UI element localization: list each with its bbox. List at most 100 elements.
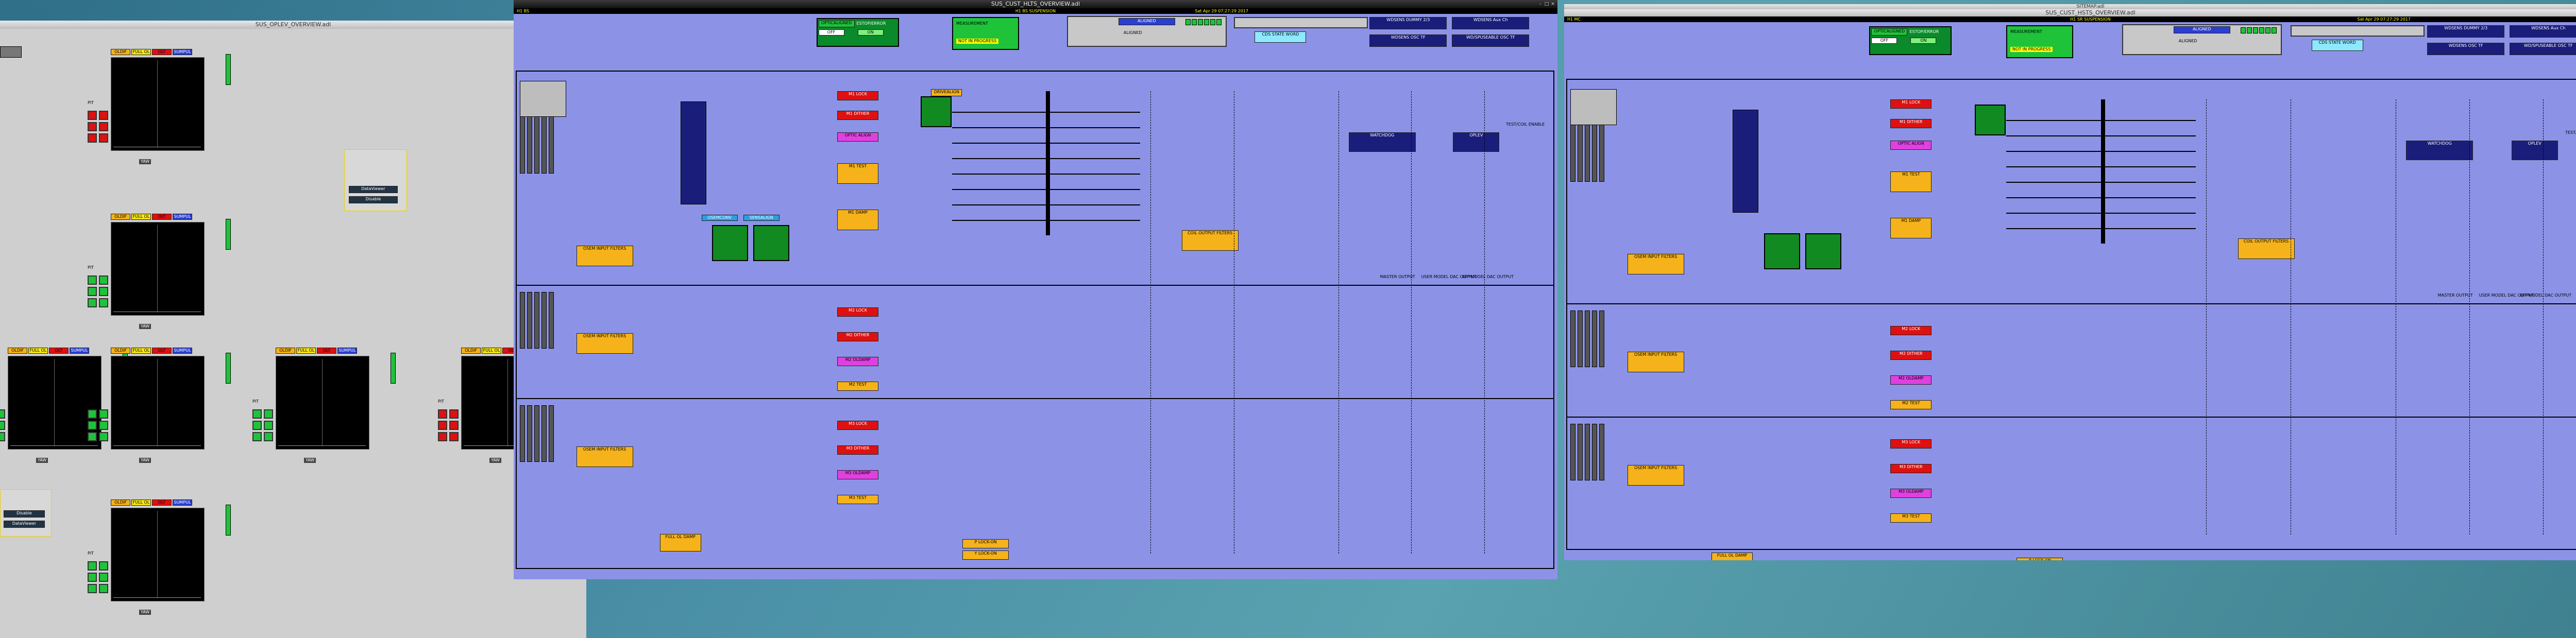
- guardian-off-button[interactable]: OFF: [1871, 38, 1897, 44]
- oplev-tag-button[interactable]: OLT: [152, 214, 172, 220]
- stage-m3-lock-button[interactable]: M3 LOCK: [837, 421, 879, 430]
- guardian-off-button[interactable]: OFF: [818, 29, 844, 36]
- oplev-tag-button[interactable]: OLT: [49, 348, 69, 354]
- sensalign-button[interactable]: SENSALIGN: [743, 215, 779, 221]
- hsts-titlebar[interactable]: SUS_CUST_HSTS_OVERVIEW.adl: [1564, 9, 2576, 16]
- watchdog-button[interactable]: WATCHDOG: [1348, 132, 1416, 152]
- close-icon[interactable]: ×: [1550, 2, 1555, 7]
- stage-m3-lock-button[interactable]: M3 LOCK: [1890, 439, 1932, 449]
- hlts-titlebar[interactable]: SUS_CUST_HLTS_OVERVIEW.adl – □ ×: [514, 0, 1557, 8]
- stage-m3-oldamp-button[interactable]: M3 OLDAMP: [837, 470, 879, 479]
- oplev-button[interactable]: OPLEV: [2511, 141, 2558, 160]
- oplev-dataviewer-button[interactable]: DataViewer: [349, 186, 398, 193]
- lock-on-button[interactable]: Y LOCK-ON: [962, 550, 1009, 560]
- stage-m3-oldamp-button[interactable]: M3 OLDAMP: [1890, 489, 1932, 498]
- m1-m1-test-button[interactable]: M1 TEST: [837, 163, 879, 184]
- sum-bar: [1046, 91, 1050, 235]
- oplev-tag-button[interactable]: OLDIF: [276, 348, 295, 354]
- stage-m2-lock-button[interactable]: M2 LOCK: [837, 307, 879, 317]
- guardian-on-button[interactable]: ON: [857, 29, 884, 36]
- m1-coil-output-filters-button[interactable]: COIL OUTPUT FILTERS: [1181, 230, 1239, 251]
- oplev-tag-button[interactable]: OLT: [317, 348, 336, 354]
- minimize-icon[interactable]: –: [1538, 2, 1543, 7]
- drivealign-button[interactable]: DRIVEALIGN: [931, 89, 962, 96]
- oplev-tag-button[interactable]: FULL OL: [131, 49, 151, 55]
- oplev-button[interactable]: OPLEV: [1453, 132, 1500, 152]
- full-ol-damp-button[interactable]: FULL OL DAMP: [659, 534, 701, 551]
- stage-osem-input-filters-button[interactable]: OSEM INPUT FILTERS: [576, 333, 633, 354]
- wd-top-button[interactable]: WD/SPUSEABLE OSC TF: [2510, 43, 2576, 55]
- wd-top-button[interactable]: WDSENS Aux Ch: [2510, 25, 2576, 38]
- m1-osem-input-filters-button[interactable]: OSEM INPUT FILTERS: [576, 246, 633, 266]
- oplev-tag-button[interactable]: FULL OL: [482, 348, 501, 354]
- wd-top-button[interactable]: WDSENS Aux Ch: [1452, 17, 1530, 29]
- maximize-icon[interactable]: □: [1544, 2, 1549, 7]
- oplev-tag-button[interactable]: OLT: [152, 499, 172, 506]
- stage-osem-input-filters-button[interactable]: OSEM INPUT FILTERS: [1627, 352, 1684, 372]
- oplev-tag-button[interactable]: OLDIF: [111, 499, 130, 506]
- oplev-tag-button[interactable]: FULL OL: [28, 348, 48, 354]
- m1-optic-align-button[interactable]: OPTIC ALIGN: [1890, 141, 1932, 150]
- m1-m1-dither-button[interactable]: M1 DITHER: [1890, 119, 1932, 128]
- oplev-titlebar[interactable]: SUS_OPLEV_OVERVIEW.adl: [0, 21, 586, 29]
- oplev-tag-button[interactable]: OLDIF: [461, 348, 481, 354]
- stage-m3-test-button[interactable]: M3 TEST: [1890, 513, 1932, 523]
- oplev-tag-button[interactable]: SUMPUL: [173, 499, 192, 506]
- m1-m1-lock-button[interactable]: M1 LOCK: [837, 91, 879, 100]
- stage-m3-test-button[interactable]: M3 TEST: [837, 495, 879, 504]
- lock-on-button[interactable]: P LOCK-ON: [2016, 558, 2063, 560]
- m1-coil-output-filters-button[interactable]: COIL OUTPUT FILTERS: [2238, 238, 2295, 259]
- oplev-tag-button[interactable]: FULL OL: [131, 348, 151, 354]
- oplev-tag-button[interactable]: SUMPUL: [173, 214, 192, 220]
- stage-m3-dither-button[interactable]: M3 DITHER: [837, 445, 879, 455]
- oplev-tag-button[interactable]: OLDIF: [111, 214, 130, 220]
- guardian-optic-aligned[interactable]: OPTICALIGNED: [1871, 28, 1908, 36]
- wd-top-button[interactable]: WDSENS OSC TF: [1369, 35, 1447, 47]
- guardian-optic-aligned[interactable]: OPTICALIGNED: [818, 20, 855, 27]
- stage-m2-oldamp-button[interactable]: M2 OLDAMP: [837, 357, 879, 366]
- watchdog-button[interactable]: WATCHDOG: [2406, 141, 2473, 160]
- stage-m2-oldamp-button[interactable]: M2 OLDAMP: [1890, 375, 1932, 385]
- m1-m1-damp-button[interactable]: M1 DAMP: [1890, 218, 1932, 238]
- full-ol-damp-button[interactable]: FULL OL DAMP: [1711, 553, 1753, 560]
- oplev-tag-button[interactable]: OLT: [152, 49, 172, 55]
- sitemap-titlebar[interactable]: SITEMAP.adl: [1564, 4, 2576, 9]
- oplev-tag-button[interactable]: SUMPUL: [173, 348, 192, 354]
- guardian-on-button[interactable]: ON: [1910, 38, 1937, 44]
- m1-optic-align-button[interactable]: OPTIC ALIGN: [837, 132, 879, 142]
- stage-m2-dither-button[interactable]: M2 DITHER: [837, 332, 879, 341]
- m1-osem-input-filters-button[interactable]: OSEM INPUT FILTERS: [1627, 254, 1684, 274]
- oplev-yaw-label: YAW: [139, 324, 151, 329]
- cds-state-word-button[interactable]: CDS STATE WORD: [1255, 31, 1307, 43]
- stage-m2-lock-button[interactable]: M2 LOCK: [1890, 326, 1932, 335]
- oplev-tag-button[interactable]: SUMPUL: [337, 348, 357, 354]
- stage-osem-input-filters-button[interactable]: OSEM INPUT FILTERS: [576, 446, 633, 467]
- cds-state-word-button[interactable]: CDS STATE WORD: [2311, 40, 2363, 51]
- wd-top-button[interactable]: WD/SPUSEABLE OSC TF: [1452, 35, 1530, 47]
- oplev-dataviewer-button-2[interactable]: DataViewer: [4, 521, 45, 528]
- oplev-tag-button[interactable]: FULL OL: [296, 348, 316, 354]
- wd-top-button[interactable]: WDSENS DUMMY 2/3: [2427, 25, 2505, 38]
- lock-on-button[interactable]: P LOCK-ON: [962, 539, 1009, 548]
- m1-m1-test-button[interactable]: M1 TEST: [1890, 171, 1932, 192]
- stage-m2-test-button[interactable]: M2 TEST: [1890, 400, 1932, 409]
- osemconv-button[interactable]: OSEMCONV: [701, 215, 738, 221]
- m1-m1-dither-button[interactable]: M1 DITHER: [837, 111, 879, 120]
- oplev-disable-button[interactable]: Disable: [349, 196, 398, 203]
- stage-osem-input-filters-button[interactable]: OSEM INPUT FILTERS: [1627, 465, 1684, 486]
- stage-m2-test-button[interactable]: M2 TEST: [837, 382, 879, 391]
- stage-m3-dither-button[interactable]: M3 DITHER: [1890, 464, 1932, 473]
- oplev-tag-button[interactable]: OLDIF: [8, 348, 27, 354]
- oplev-tag-button[interactable]: FULL OL: [131, 214, 151, 220]
- oplev-tag-button[interactable]: OLDIF: [111, 348, 130, 354]
- oplev-tag-button[interactable]: FULL OL: [131, 499, 151, 506]
- oplev-tag-button[interactable]: OLT: [152, 348, 172, 354]
- oplev-tag-button[interactable]: SUMPUL: [173, 49, 192, 55]
- stage-m2-dither-button[interactable]: M2 DITHER: [1890, 351, 1932, 360]
- wd-top-button[interactable]: WDSENS OSC TF: [2427, 43, 2505, 55]
- m1-m1-lock-button[interactable]: M1 LOCK: [1890, 99, 1932, 109]
- oplev-disable-button-2[interactable]: Disable: [4, 510, 45, 518]
- m1-m1-damp-button[interactable]: M1 DAMP: [837, 210, 879, 230]
- wd-top-button[interactable]: WDSENS DUMMY 2/3: [1369, 17, 1447, 29]
- oplev-tag-button[interactable]: OLDIF: [111, 49, 130, 55]
